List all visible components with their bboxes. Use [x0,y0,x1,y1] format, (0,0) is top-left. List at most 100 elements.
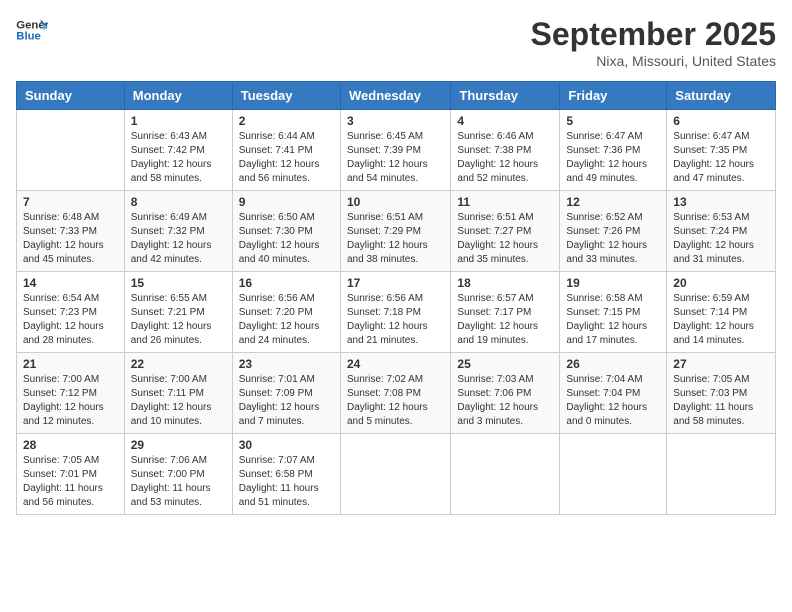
day-number: 18 [457,276,553,290]
day-cell: 25 Sunrise: 7:03 AM Sunset: 7:06 PM Dayli… [451,353,560,434]
day-number: 23 [239,357,334,371]
day-info: Sunrise: 7:02 AM Sunset: 7:08 PM Dayligh… [347,373,444,429]
day-number: 13 [673,195,769,209]
weekday-header-sunday: Sunday [17,82,125,110]
svg-text:Blue: Blue [16,31,41,43]
day-number: 5 [566,114,660,128]
day-info: Sunrise: 7:01 AM Sunset: 7:09 PM Dayligh… [239,373,334,429]
day-cell: 24 Sunrise: 7:02 AM Sunset: 7:08 PM Dayli… [340,353,450,434]
day-info: Sunrise: 7:03 AM Sunset: 7:06 PM Dayligh… [457,373,553,429]
title-block: September 2025 Nixa, Missouri, United St… [531,16,776,69]
day-cell: 14 Sunrise: 6:54 AM Sunset: 7:23 PM Dayli… [17,272,125,353]
day-info: Sunrise: 6:57 AM Sunset: 7:17 PM Dayligh… [457,292,553,348]
day-number: 3 [347,114,444,128]
weekday-header-friday: Friday [560,82,667,110]
day-number: 20 [673,276,769,290]
day-number: 2 [239,114,334,128]
weekday-header-row: SundayMondayTuesdayWednesdayThursdayFrid… [17,82,776,110]
week-row-3: 14 Sunrise: 6:54 AM Sunset: 7:23 PM Dayli… [17,272,776,353]
location: Nixa, Missouri, United States [531,53,776,69]
day-info: Sunrise: 6:54 AM Sunset: 7:23 PM Dayligh… [23,292,118,348]
calendar-table: SundayMondayTuesdayWednesdayThursdayFrid… [16,81,776,515]
day-info: Sunrise: 7:05 AM Sunset: 7:01 PM Dayligh… [23,454,118,510]
day-info: Sunrise: 6:48 AM Sunset: 7:33 PM Dayligh… [23,211,118,267]
day-cell: 2 Sunrise: 6:44 AM Sunset: 7:41 PM Daylig… [232,110,340,191]
day-info: Sunrise: 6:52 AM Sunset: 7:26 PM Dayligh… [566,211,660,267]
day-cell [340,434,450,515]
weekday-header-thursday: Thursday [451,82,560,110]
day-cell: 22 Sunrise: 7:00 AM Sunset: 7:11 PM Dayli… [124,353,232,434]
day-info: Sunrise: 6:49 AM Sunset: 7:32 PM Dayligh… [131,211,226,267]
day-number: 26 [566,357,660,371]
weekday-header-wednesday: Wednesday [340,82,450,110]
day-number: 4 [457,114,553,128]
week-row-2: 7Sunrise: 6:48 AM Sunset: 7:33 PM Daylig… [17,191,776,272]
weekday-header-saturday: Saturday [667,82,776,110]
day-info: Sunrise: 6:56 AM Sunset: 7:18 PM Dayligh… [347,292,444,348]
day-number: 11 [457,195,553,209]
day-cell: 12 Sunrise: 6:52 AM Sunset: 7:26 PM Dayli… [560,191,667,272]
day-info: Sunrise: 7:00 AM Sunset: 7:12 PM Dayligh… [23,373,118,429]
day-cell: 15Sunrise: 6:55 AM Sunset: 7:21 PM Dayli… [124,272,232,353]
logo: General Blue [16,16,48,44]
weekday-header-tuesday: Tuesday [232,82,340,110]
day-number: 17 [347,276,444,290]
day-cell: 16Sunrise: 6:56 AM Sunset: 7:20 PM Dayli… [232,272,340,353]
day-cell: 1Sunrise: 6:43 AM Sunset: 7:42 PM Daylig… [124,110,232,191]
day-info: Sunrise: 6:50 AM Sunset: 7:30 PM Dayligh… [239,211,334,267]
day-cell: 26 Sunrise: 7:04 AM Sunset: 7:04 PM Dayli… [560,353,667,434]
month-title: September 2025 [531,16,776,53]
day-number: 12 [566,195,660,209]
day-number: 14 [23,276,118,290]
day-number: 28 [23,438,118,452]
day-info: Sunrise: 6:59 AM Sunset: 7:14 PM Dayligh… [673,292,769,348]
day-cell: 6 Sunrise: 6:47 AM Sunset: 7:35 PM Daylig… [667,110,776,191]
day-cell: 9 Sunrise: 6:50 AM Sunset: 7:30 PM Daylig… [232,191,340,272]
day-info: Sunrise: 6:58 AM Sunset: 7:15 PM Dayligh… [566,292,660,348]
week-row-5: 28 Sunrise: 7:05 AM Sunset: 7:01 PM Dayli… [17,434,776,515]
day-cell: 18 Sunrise: 6:57 AM Sunset: 7:17 PM Dayli… [451,272,560,353]
day-cell: 5 Sunrise: 6:47 AM Sunset: 7:36 PM Daylig… [560,110,667,191]
day-cell: 13Sunrise: 6:53 AM Sunset: 7:24 PM Dayli… [667,191,776,272]
day-info: Sunrise: 7:06 AM Sunset: 7:00 PM Dayligh… [131,454,226,510]
day-info: Sunrise: 7:00 AM Sunset: 7:11 PM Dayligh… [131,373,226,429]
day-number: 24 [347,357,444,371]
week-row-1: 1Sunrise: 6:43 AM Sunset: 7:42 PM Daylig… [17,110,776,191]
day-cell: 7Sunrise: 6:48 AM Sunset: 7:33 PM Daylig… [17,191,125,272]
day-info: Sunrise: 6:47 AM Sunset: 7:35 PM Dayligh… [673,130,769,186]
day-cell: 3 Sunrise: 6:45 AM Sunset: 7:39 PM Daylig… [340,110,450,191]
weekday-header-monday: Monday [124,82,232,110]
day-number: 9 [239,195,334,209]
day-info: Sunrise: 6:44 AM Sunset: 7:41 PM Dayligh… [239,130,334,186]
day-info: Sunrise: 7:05 AM Sunset: 7:03 PM Dayligh… [673,373,769,429]
day-number: 15 [131,276,226,290]
day-cell: 10Sunrise: 6:51 AM Sunset: 7:29 PM Dayli… [340,191,450,272]
day-number: 22 [131,357,226,371]
day-number: 1 [131,114,226,128]
day-info: Sunrise: 6:47 AM Sunset: 7:36 PM Dayligh… [566,130,660,186]
day-info: Sunrise: 7:07 AM Sunset: 6:58 PM Dayligh… [239,454,334,510]
day-cell: 29 Sunrise: 7:06 AM Sunset: 7:00 PM Dayli… [124,434,232,515]
day-number: 21 [23,357,118,371]
day-cell [451,434,560,515]
day-info: Sunrise: 7:04 AM Sunset: 7:04 PM Dayligh… [566,373,660,429]
day-info: Sunrise: 6:46 AM Sunset: 7:38 PM Dayligh… [457,130,553,186]
day-number: 25 [457,357,553,371]
day-number: 29 [131,438,226,452]
day-number: 19 [566,276,660,290]
day-number: 6 [673,114,769,128]
day-cell: 17 Sunrise: 6:56 AM Sunset: 7:18 PM Dayli… [340,272,450,353]
page-header: General Blue September 2025 Nixa, Missou… [16,16,776,69]
day-cell: 8Sunrise: 6:49 AM Sunset: 7:32 PM Daylig… [124,191,232,272]
day-number: 10 [347,195,444,209]
day-cell: 4 Sunrise: 6:46 AM Sunset: 7:38 PM Daylig… [451,110,560,191]
day-cell: 28 Sunrise: 7:05 AM Sunset: 7:01 PM Dayli… [17,434,125,515]
day-cell: 23 Sunrise: 7:01 AM Sunset: 7:09 PM Dayli… [232,353,340,434]
logo-icon: General Blue [16,16,48,44]
day-cell: 19 Sunrise: 6:58 AM Sunset: 7:15 PM Dayli… [560,272,667,353]
day-number: 16 [239,276,334,290]
day-cell [667,434,776,515]
day-info: Sunrise: 6:45 AM Sunset: 7:39 PM Dayligh… [347,130,444,186]
day-cell: 20 Sunrise: 6:59 AM Sunset: 7:14 PM Dayli… [667,272,776,353]
day-number: 30 [239,438,334,452]
